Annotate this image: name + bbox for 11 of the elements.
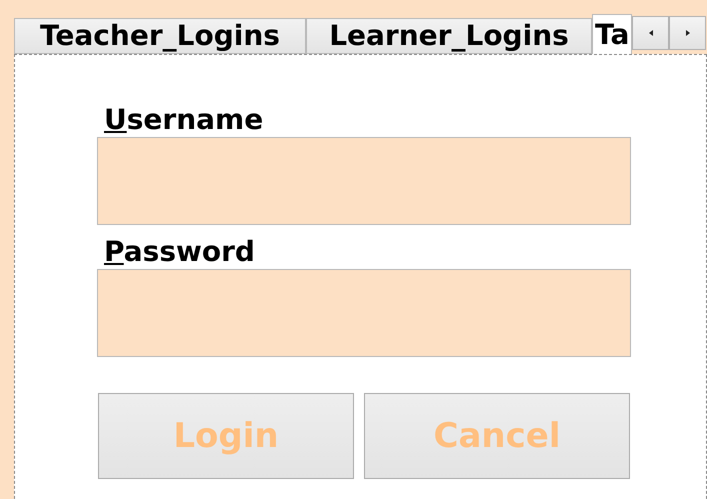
field-label: Username <box>104 103 264 137</box>
field-label: Password <box>104 235 256 269</box>
input-field[interactable] <box>97 137 631 225</box>
tab[interactable]: Ta <box>592 14 632 54</box>
left-arrow-icon <box>648 30 653 36</box>
tab[interactable]: Teacher_Logins <box>14 18 306 54</box>
right-arrow-icon <box>686 30 690 36</box>
tab[interactable]: Learner_Logins <box>306 18 592 54</box>
input-field[interactable] <box>97 269 631 357</box>
scroll-left-button[interactable] <box>632 16 670 50</box>
scroll-right-button[interactable] <box>669 16 706 50</box>
